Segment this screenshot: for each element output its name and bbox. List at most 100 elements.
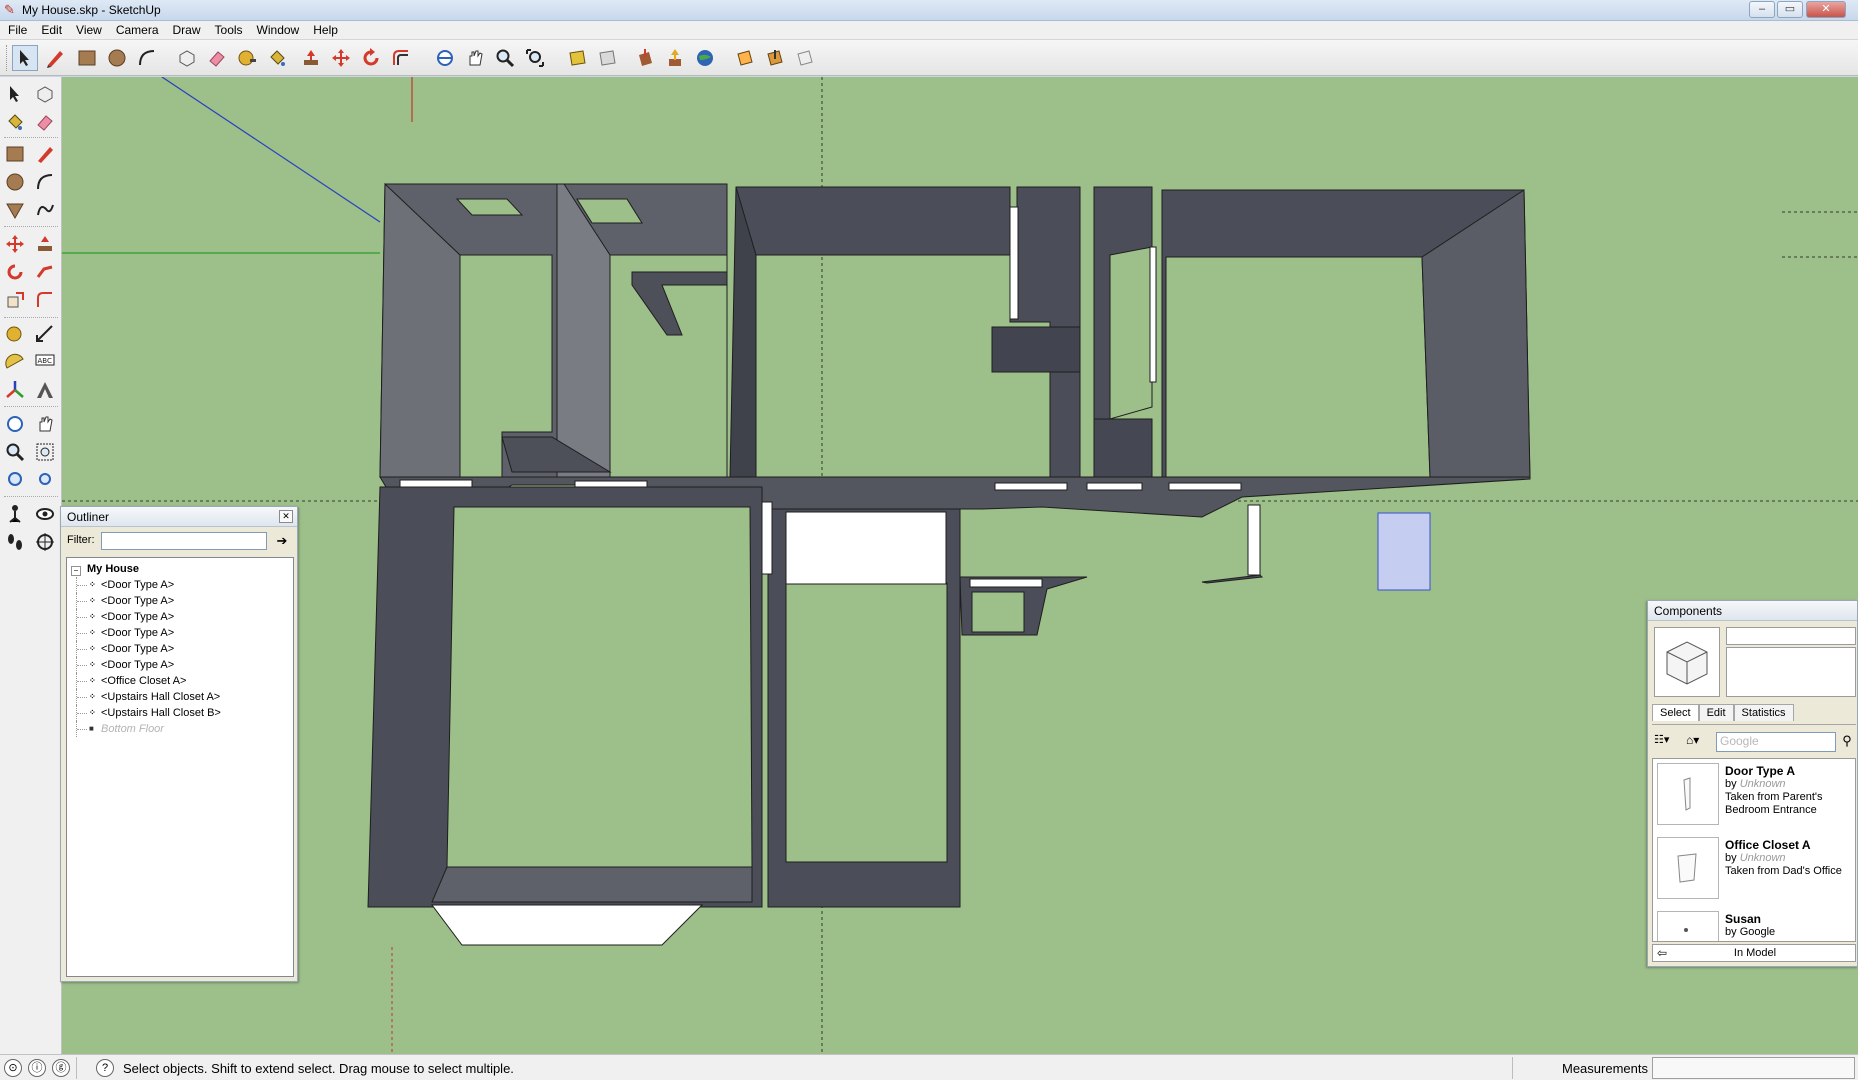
protractor-button-left[interactable]: [2, 349, 28, 375]
door-component[interactable]: [399, 479, 473, 488]
closet-box[interactable]: [959, 576, 1088, 636]
tab-statistics[interactable]: Statistics: [1733, 704, 1794, 721]
tree-item[interactable]: ⁘ <Upstairs Hall Closet A>: [71, 689, 293, 705]
upstairs-middle-room[interactable]: [729, 186, 1081, 478]
bottom-left-room[interactable]: [367, 486, 763, 946]
measurements-input[interactable]: [1652, 1057, 1855, 1079]
tree-item[interactable]: ⁘ <Door Type A>: [71, 609, 293, 625]
previous-button-left[interactable]: [2, 467, 28, 493]
tree-root[interactable]: − My House: [71, 561, 293, 577]
line-button-left[interactable]: [32, 141, 58, 167]
model-viewport[interactable]: [62, 77, 1858, 1054]
zoom-window-button-left[interactable]: [32, 439, 58, 465]
axes-button-left[interactable]: [2, 377, 28, 403]
next-view-button[interactable]: [594, 45, 620, 71]
menu-help[interactable]: Help: [306, 21, 345, 37]
3d-text-button-left[interactable]: [32, 377, 58, 403]
eraser-button-left[interactable]: [32, 109, 58, 135]
window-component[interactable]: [431, 904, 704, 946]
credits-icon[interactable]: ⓘ: [28, 1059, 46, 1077]
circle-button-left[interactable]: [2, 169, 28, 195]
arc-button-left[interactable]: [32, 169, 58, 195]
toolbar-grip[interactable]: [6, 45, 9, 71]
door-component[interactable]: [1168, 482, 1242, 491]
tree-item[interactable]: ⁘ <Door Type A>: [71, 593, 293, 609]
tab-select[interactable]: Select: [1652, 704, 1699, 721]
tree-item[interactable]: ⁘ <Office Closet A>: [71, 673, 293, 689]
component-description-field[interactable]: [1726, 647, 1856, 697]
geo-location-icon[interactable]: ⊙: [4, 1059, 22, 1077]
move-button-left[interactable]: [2, 231, 28, 257]
circle-tool-button[interactable]: [104, 45, 130, 71]
orbit-tool-button[interactable]: [432, 45, 458, 71]
zoom-button-left[interactable]: [2, 439, 28, 465]
tree-item-hidden-group[interactable]: ■ Bottom Floor: [71, 721, 293, 737]
tree-item[interactable]: ⁘ <Door Type A>: [71, 641, 293, 657]
tree-item[interactable]: ⁘ <Upstairs Hall Closet B>: [71, 705, 293, 721]
closet-component[interactable]: [785, 511, 947, 585]
collapse-icon[interactable]: −: [71, 566, 81, 576]
outliner-filter-input[interactable]: [101, 532, 267, 550]
door-component[interactable]: [761, 501, 773, 575]
component-item[interactable]: Susan by Google: [1653, 907, 1855, 941]
component-item[interactable]: Office Closet A by Unknown Taken from Da…: [1653, 833, 1855, 907]
door-component[interactable]: [969, 578, 1043, 588]
rectangle-button-left[interactable]: [2, 141, 28, 167]
section-display-button[interactable]: [792, 45, 818, 71]
menu-edit[interactable]: Edit: [34, 21, 69, 37]
home-icon[interactable]: ⌂▾: [1686, 733, 1712, 751]
previous-view-button[interactable]: [564, 45, 590, 71]
filter-options-icon[interactable]: ➔: [273, 532, 291, 550]
tab-edit[interactable]: Edit: [1698, 704, 1734, 721]
pan-button-left[interactable]: [32, 411, 58, 437]
push-pull-button-left[interactable]: [32, 231, 58, 257]
section-plane-button[interactable]: [732, 45, 758, 71]
component-name-field[interactable]: [1726, 627, 1856, 645]
share-model-button[interactable]: [662, 45, 688, 71]
menu-window[interactable]: Window: [250, 21, 307, 37]
close-button[interactable]: ✕: [1806, 1, 1846, 18]
search-icon[interactable]: ⚲: [1838, 733, 1856, 751]
rectangle-tool-button[interactable]: [74, 45, 100, 71]
upstairs-right-room[interactable]: [1161, 189, 1531, 480]
menu-tools[interactable]: Tools: [208, 21, 250, 37]
selected-face[interactable]: [1377, 512, 1431, 591]
upstairs-left-room[interactable]: [379, 182, 728, 478]
push-pull-button[interactable]: [298, 45, 324, 71]
tree-item[interactable]: ⁘ <Door Type A>: [71, 625, 293, 641]
offset-button-left[interactable]: [32, 287, 58, 313]
move-tool-button[interactable]: [328, 45, 354, 71]
tree-item[interactable]: ⁘ <Door Type A>: [71, 577, 293, 593]
section-plane-button-left[interactable]: [32, 529, 58, 555]
paint-bucket-button[interactable]: [264, 45, 290, 71]
door-component[interactable]: [994, 482, 1068, 491]
signin-icon[interactable]: ⓖ: [52, 1059, 70, 1077]
google-earth-button[interactable]: [692, 45, 718, 71]
select-tool-button[interactable]: [12, 45, 38, 71]
components-search-input[interactable]: Google: [1716, 732, 1836, 752]
get-models-button[interactable]: [632, 45, 658, 71]
zoom-tool-button[interactable]: [492, 45, 518, 71]
door-component[interactable]: [1086, 482, 1143, 491]
menu-draw[interactable]: Draw: [166, 21, 208, 37]
outliner-close-button[interactable]: ✕: [279, 510, 293, 523]
door-component[interactable]: [1149, 246, 1157, 383]
component-item[interactable]: Door Type A by Unknown Taken from Parent…: [1653, 759, 1855, 833]
make-component-button-left[interactable]: [32, 81, 58, 107]
eraser-tool-button[interactable]: [204, 45, 230, 71]
tape-measure-button-left[interactable]: [2, 321, 28, 347]
polygon-button-left[interactable]: [2, 197, 28, 223]
bottom-middle-room[interactable]: [761, 501, 961, 908]
lone-door[interactable]: [1201, 504, 1264, 584]
zoom-extents-button-left[interactable]: [32, 467, 58, 493]
orbit-button-left[interactable]: [2, 411, 28, 437]
model-scene[interactable]: [62, 77, 1858, 1054]
menu-file[interactable]: File: [0, 21, 34, 37]
tape-measure-button[interactable]: [234, 45, 260, 71]
line-tool-button[interactable]: [42, 45, 68, 71]
make-component-button[interactable]: [174, 45, 200, 71]
section-fill-button[interactable]: [762, 45, 788, 71]
view-options-icon[interactable]: ☷▾: [1654, 733, 1680, 751]
hall-closet-area[interactable]: [1093, 186, 1157, 478]
menu-camera[interactable]: Camera: [109, 21, 166, 37]
